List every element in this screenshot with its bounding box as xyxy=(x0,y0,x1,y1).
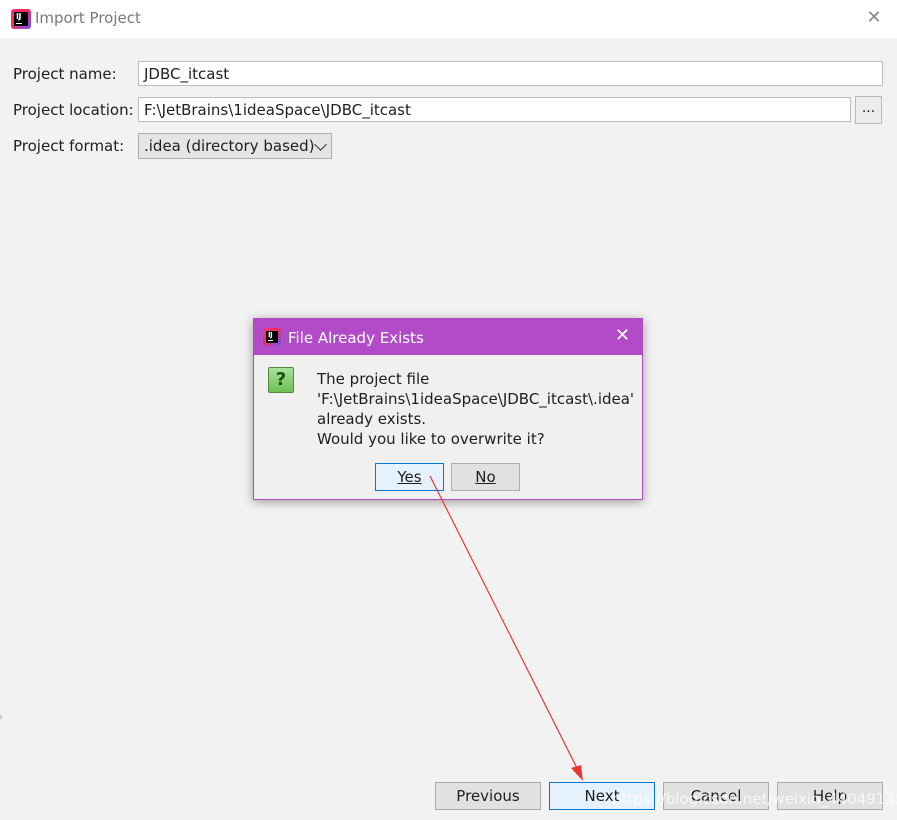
annotation-arrow-line xyxy=(429,475,582,777)
annotation-arrow-head xyxy=(571,765,583,781)
annotation-arrow xyxy=(429,475,583,781)
